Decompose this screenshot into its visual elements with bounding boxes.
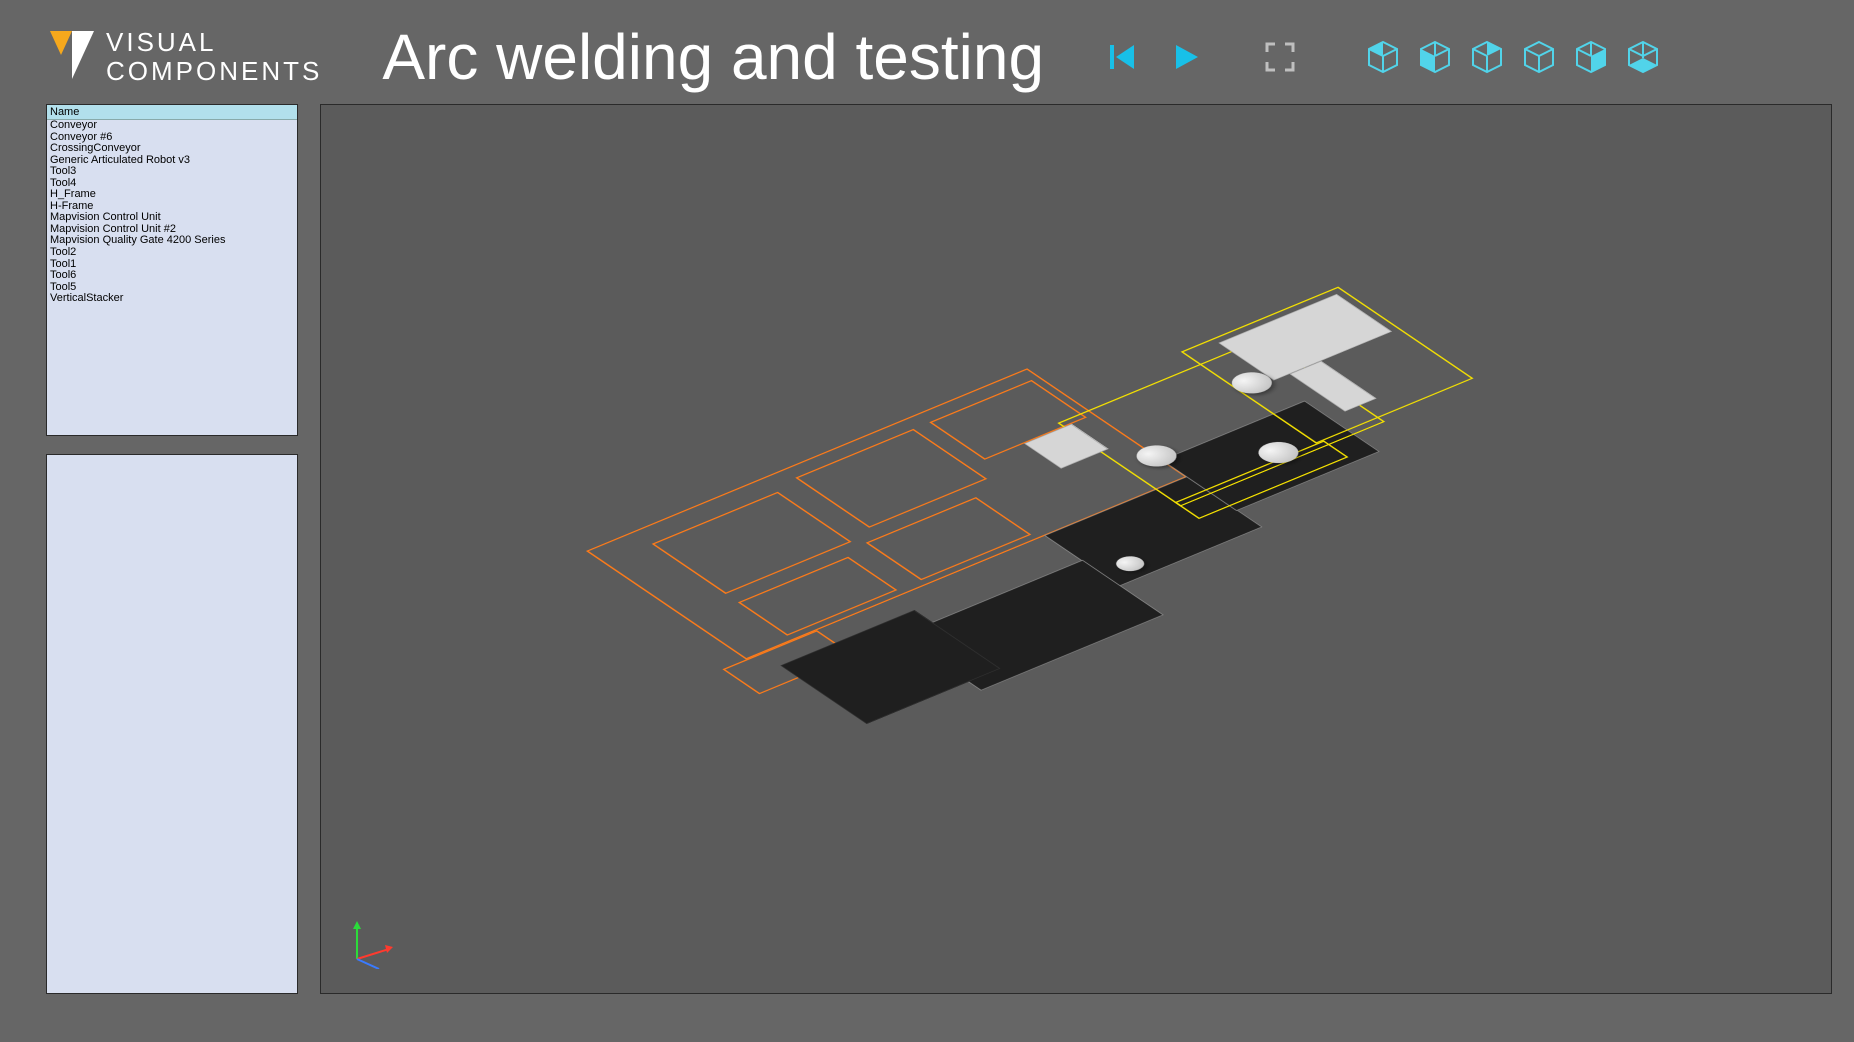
restart-button[interactable] <box>1104 39 1140 75</box>
component-list-item[interactable]: Generic Articulated Robot v3 <box>47 155 297 167</box>
view-cube-4[interactable] <box>1522 40 1556 74</box>
brand-logo: VISUAL COMPONENTS <box>50 28 322 85</box>
component-list-item[interactable]: Tool2 <box>47 247 297 259</box>
brand-line1: VISUAL <box>106 28 322 57</box>
component-list-item[interactable]: Tool6 <box>47 270 297 282</box>
component-list-item[interactable]: VerticalStacker <box>47 293 297 305</box>
3d-viewport[interactable] <box>320 104 1832 994</box>
view-cube-2[interactable] <box>1418 40 1452 74</box>
view-cube-group <box>1366 40 1660 74</box>
component-list-item[interactable]: Tool3 <box>47 166 297 178</box>
play-button[interactable] <box>1168 39 1204 75</box>
view-cube-5[interactable] <box>1574 40 1608 74</box>
component-list-item[interactable]: Tool1 <box>47 259 297 271</box>
brand-mark-icon <box>50 31 94 83</box>
scene-3d <box>321 105 1831 993</box>
page-title: Arc welding and testing <box>382 20 1044 94</box>
view-cube-3[interactable] <box>1470 40 1504 74</box>
view-cube-6[interactable] <box>1626 40 1660 74</box>
component-list-item[interactable]: CrossingConveyor <box>47 143 297 155</box>
axis-gizmo-icon <box>345 919 395 969</box>
fullscreen-button[interactable] <box>1262 39 1298 75</box>
component-list-item[interactable]: Conveyor <box>47 120 297 132</box>
brand-line2: COMPONENTS <box>106 57 322 86</box>
view-cube-1[interactable] <box>1366 40 1400 74</box>
component-list-panel[interactable]: Name ConveyorConveyor #6CrossingConveyor… <box>46 104 298 436</box>
component-list-header: Name <box>47 105 297 120</box>
properties-panel[interactable] <box>46 454 298 994</box>
component-list-item[interactable]: Mapvision Quality Gate 4200 Series <box>47 235 297 247</box>
brand-text: VISUAL COMPONENTS <box>106 28 322 85</box>
